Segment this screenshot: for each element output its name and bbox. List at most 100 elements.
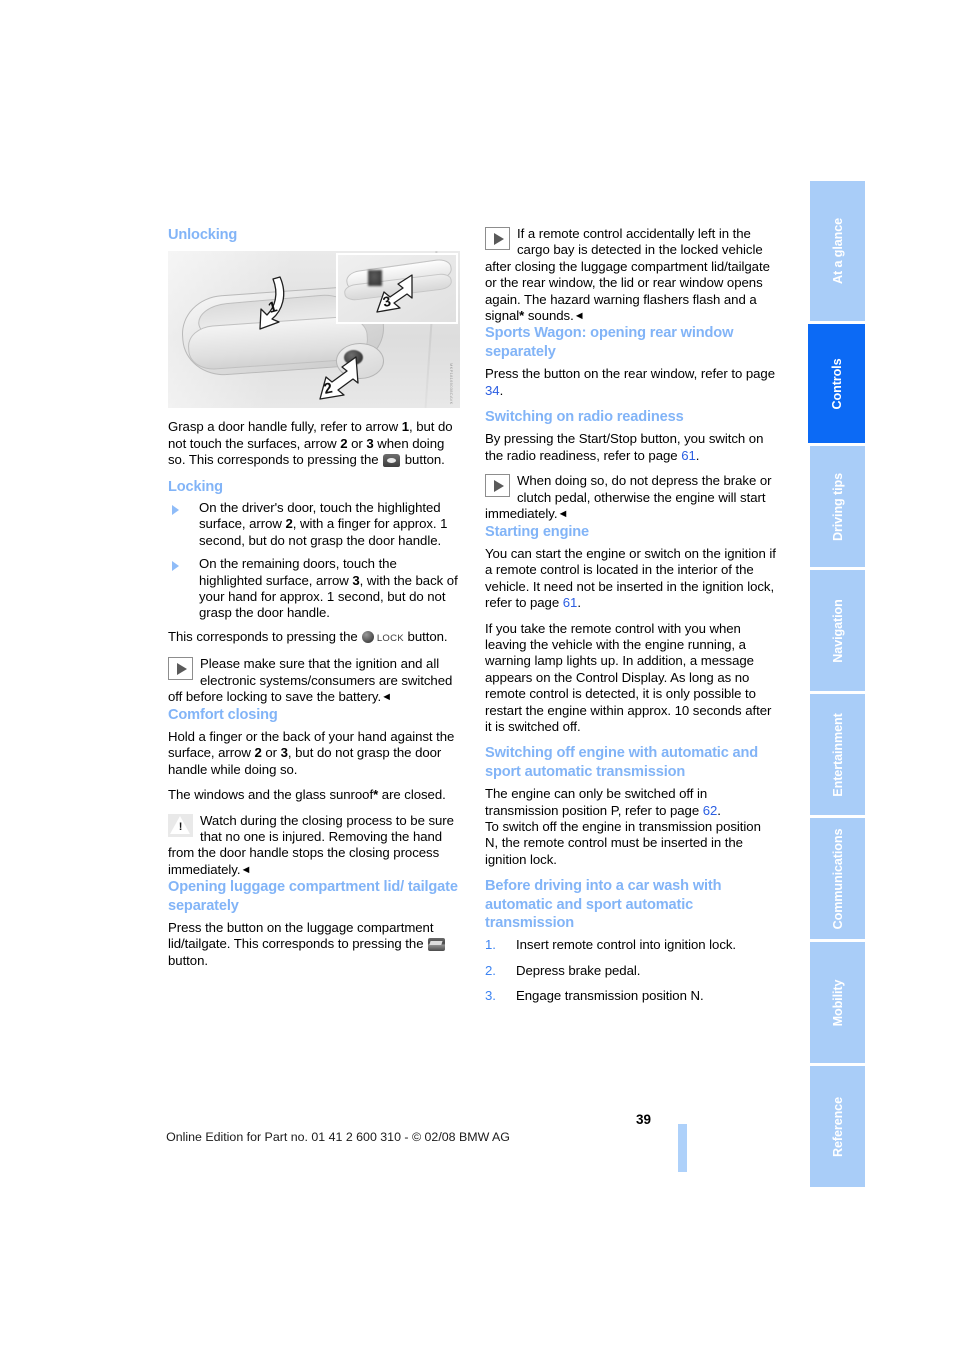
sidebar-item-driving-tips[interactable]: Driving tips (810, 446, 865, 567)
sunroof-text-b: are closed. (378, 787, 446, 803)
comfort-closing-paragraph-1: Hold a finger or the back of your hand a… (168, 729, 460, 778)
sidebar-item-navigation[interactable]: Navigation (810, 570, 865, 691)
cargo-note-text-b: sounds. (524, 308, 574, 324)
warning-triangle-icon: ! (168, 813, 193, 837)
starting-engine-paragraph-2: If you take the remote control with you … (485, 620, 772, 734)
page-reference-link[interactable]: 61 (681, 448, 696, 463)
list-item: 1. Insert remote control into ignition lo… (485, 937, 777, 953)
sunroof-text-a: The windows and the glass sunroof (168, 787, 374, 803)
radio-readiness-paragraph: By pressing the Start/Stop button, you s… (485, 431, 777, 464)
radio-text-b: . (695, 447, 700, 463)
arrow-3-graphic: 3 (376, 274, 413, 314)
comfort-closing-paragraph-2: The windows and the glass sunroof* are c… (168, 787, 460, 803)
cargo-bay-note: If a remote control accidentally left in… (485, 226, 777, 324)
page-reference-link[interactable]: 34 (485, 383, 500, 398)
luggage-text-a: Press the button on the luggage compartm… (168, 919, 434, 952)
heading-sports-wagon: Sports Wagon: opening rear window separa… (485, 325, 734, 360)
right-column: If a remote control accidentally left in… (485, 226, 777, 1014)
page-edge-marker (678, 1124, 687, 1172)
note-triangle-icon (168, 657, 193, 681)
car-wash-steps: 1. Insert remote control into ignition lo… (485, 937, 777, 1004)
sidebar-item-label: Entertainment (830, 712, 845, 797)
radio-readiness-note: When doing so, do not depress the brake … (485, 473, 777, 522)
footer-edition-text: Online Edition for Part no. 01 41 2 600 … (166, 1130, 510, 1144)
note-end-marker: ◄ (381, 691, 392, 704)
starting-text-b: . (577, 595, 581, 611)
unlocking-text-a: Grasp a door handle fully, refer to arro… (168, 419, 402, 435)
manual-page: Unlocking 1 2 3 MKP18169038CAVK Grasp a … (0, 0, 954, 1350)
switching-text-a: The engine can only be switched off in t… (485, 786, 708, 818)
arrow-2-graphic: 2 (319, 356, 359, 401)
sidebar-item-label: Driving tips (830, 472, 845, 541)
starting-text-a: You can start the engine or switch on th… (485, 545, 776, 611)
locking-note-text: Please make sure that the ignition and a… (168, 656, 453, 705)
list-item: 2. Depress brake pedal. (485, 963, 777, 979)
note-triangle-icon (485, 227, 510, 250)
heading-unlocking: Unlocking (168, 227, 238, 243)
sidebar-item-communications[interactable]: Communications (810, 818, 865, 939)
radio-note-text: When doing so, do not depress the brake … (485, 473, 772, 522)
step-number: 3. (485, 988, 496, 1004)
heading-radio-readiness: Switching on radio readiness (485, 409, 684, 426)
unlocking-paragraph: Grasp a door handle fully, refer to arro… (168, 419, 460, 468)
radio-text-a: By pressing the Start/Stop button, you s… (485, 431, 764, 463)
list-item: On the remaining doors, touch the highli… (168, 556, 460, 622)
comfort-bold-3: 3 (280, 745, 288, 761)
heading-opening-luggage: Opening luggage compartment lid/ tailgat… (168, 879, 458, 914)
locking-corresponds-a: This corresponds to pressing the (168, 628, 362, 644)
unlocking-bold-1: 1 (401, 419, 409, 435)
comfort-bold-2: 2 (254, 745, 262, 761)
locking-bullet-list: On the driver's door, touch the highligh… (168, 500, 460, 622)
sidebar-item-label: Reference (830, 1096, 845, 1157)
sidebar-item-entertainment[interactable]: Entertainment (810, 694, 865, 815)
note-end-marker: ◄ (240, 863, 252, 876)
unlocking-bold-2: 2 (340, 435, 348, 451)
locking-note: Please make sure that the ignition and a… (168, 656, 460, 705)
sidebar-item-mobility[interactable]: Mobility (810, 942, 865, 1063)
switching-off-paragraph-2: To switch off the engine in transmission… (485, 819, 761, 867)
page-reference-link[interactable]: 62 (703, 803, 718, 818)
lock-button-icon (362, 630, 375, 643)
sidebar-item-label: Controls (829, 358, 844, 409)
sports-wagon-paragraph: Press the button on the rear window, ref… (485, 366, 777, 399)
list-item: 3. Engage transmission position N. (485, 988, 777, 1004)
unlock-button-icon (383, 454, 401, 468)
heading-starting-engine: Starting engine (485, 523, 589, 540)
switching-text-b: . (717, 802, 721, 818)
step-number: 1. (485, 937, 496, 953)
locking-bullet-1-bold: 2 (285, 516, 293, 532)
note-end-marker: ◄ (557, 508, 569, 521)
page-reference-link[interactable]: 61 (563, 595, 578, 610)
starting-engine-paragraph-1: You can start the engine or switch on th… (485, 546, 777, 612)
heading-locking: Locking (168, 478, 223, 495)
unlocking-bold-3: 3 (366, 435, 374, 451)
trunk-button-icon (428, 938, 446, 952)
lock-button-label: LOCK (376, 632, 404, 644)
door-handle-illustration: 1 2 3 MKP18169038CAVK (168, 251, 460, 409)
locking-corresponds-b: button. (403, 628, 448, 644)
comfort-warning-text: Watch during the closing process to be s… (168, 812, 454, 877)
sports-wagon-text-b: . (499, 382, 504, 398)
heading-switching-off-engine: Switching off engine with automatic and … (485, 745, 759, 780)
sports-wagon-text-a: Press the button on the rear window, ref… (485, 366, 776, 382)
opening-luggage-paragraph: Press the button on the luggage compartm… (168, 920, 460, 969)
sidebar-item-controls[interactable]: Controls (808, 324, 865, 443)
sidebar-item-at-a-glance[interactable]: At a glance (810, 181, 865, 321)
sidebar-item-reference[interactable]: Reference (810, 1066, 865, 1187)
illustration-code: MKP18169038CAVK (449, 362, 454, 405)
switching-off-paragraph-1: The engine can only be switched off in t… (485, 786, 777, 819)
handle-detail-inset: 3 (336, 253, 458, 325)
unlocking-text-c: or (347, 435, 367, 451)
section-tab-rail: At a glance Controls Driving tips Naviga… (808, 181, 865, 1187)
comfort-text-mid: or (261, 745, 281, 761)
arrow-1-graphic: 1 (259, 276, 285, 331)
sidebar-item-label: Mobility (830, 979, 845, 1026)
warning-exclamation: ! (178, 820, 183, 833)
note-end-marker: ◄ (573, 310, 585, 323)
heading-comfort-closing: Comfort closing (168, 706, 278, 723)
page-number: 39 (636, 1112, 652, 1127)
list-item: On the driver's door, touch the highligh… (168, 500, 460, 549)
step-number: 2. (485, 962, 496, 978)
step-text: Engage transmission position N. (516, 988, 704, 1004)
heading-car-wash: Before driving into a car wash with auto… (485, 878, 722, 932)
